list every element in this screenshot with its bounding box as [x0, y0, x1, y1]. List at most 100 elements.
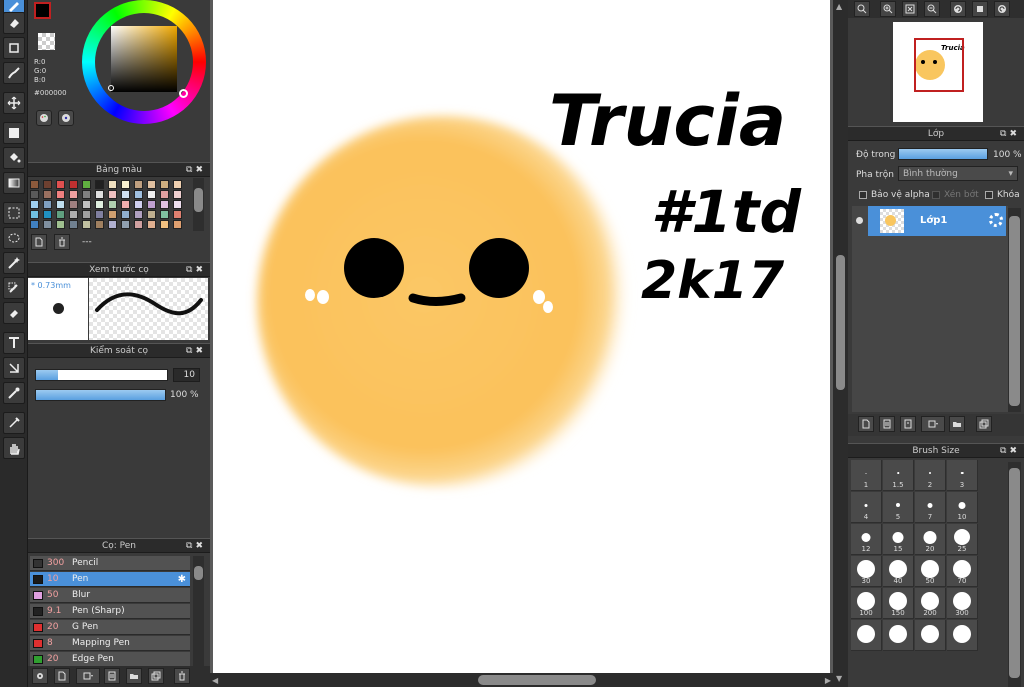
- color-swatch[interactable]: [147, 220, 156, 229]
- new-layer-8bit-button[interactable]: [879, 416, 895, 432]
- brush-size-cell[interactable]: 70: [947, 556, 978, 587]
- brush-size-scrollbar[interactable]: [1008, 462, 1021, 687]
- foreground-color[interactable]: [34, 2, 51, 19]
- color-swatch[interactable]: [30, 180, 39, 189]
- blend-mode-select[interactable]: Bình thường ▾: [898, 166, 1018, 181]
- brush-item[interactable]: 10 Pen ✱: [30, 572, 190, 587]
- tool-dropper[interactable]: [3, 412, 25, 434]
- color-swatch[interactable]: [121, 220, 130, 229]
- color-swatch[interactable]: [173, 210, 182, 219]
- color-swatch[interactable]: [56, 200, 65, 209]
- color-swatch[interactable]: [160, 200, 169, 209]
- rotate-right-button[interactable]: [994, 1, 1010, 17]
- color-swatch[interactable]: [56, 180, 65, 189]
- transparent-color[interactable]: [38, 33, 55, 50]
- panel-window-icons[interactable]: ⧉✖: [1000, 127, 1020, 141]
- brush-size-cell[interactable]: 200: [915, 588, 946, 619]
- brush-size-value[interactable]: 10: [173, 368, 200, 382]
- brush-size-cell[interactable]: 25: [947, 524, 978, 555]
- color-swatch[interactable]: [82, 210, 91, 219]
- brush-size-cell[interactable]: 5: [883, 492, 914, 523]
- new-layer-button[interactable]: [858, 416, 874, 432]
- brush-size-cell[interactable]: [883, 620, 914, 651]
- brush-add-dropdown[interactable]: [76, 668, 100, 684]
- color-swatch[interactable]: [82, 190, 91, 199]
- color-swatch[interactable]: [121, 180, 130, 189]
- new-folder-button[interactable]: [949, 416, 965, 432]
- color-swatch[interactable]: [134, 180, 143, 189]
- brush-item[interactable]: 20 Edge Pen: [30, 652, 190, 667]
- color-swatch[interactable]: [56, 210, 65, 219]
- color-swatch[interactable]: [160, 180, 169, 189]
- canvas-vertical-scrollbar[interactable]: ▲ ▼: [833, 0, 848, 687]
- brush-size-cell[interactable]: 20: [915, 524, 946, 555]
- color-swatch[interactable]: [147, 180, 156, 189]
- color-swatch[interactable]: [43, 220, 52, 229]
- brush-copy-button[interactable]: [104, 668, 120, 684]
- brush-list-scrollbar[interactable]: [193, 556, 204, 666]
- color-swatch[interactable]: [147, 200, 156, 209]
- color-swatch[interactable]: [95, 190, 104, 199]
- protect-alpha-checkbox[interactable]: [859, 191, 867, 199]
- color-swatch[interactable]: [95, 200, 104, 209]
- color-swatch[interactable]: [82, 200, 91, 209]
- color-swatch[interactable]: [147, 190, 156, 199]
- color-swatch[interactable]: [108, 190, 117, 199]
- color-swatch[interactable]: [69, 210, 78, 219]
- gear-icon[interactable]: ✱: [178, 572, 186, 587]
- tool-rect-select[interactable]: [3, 202, 25, 224]
- brush-opacity-slider[interactable]: [35, 389, 166, 401]
- color-swatch[interactable]: [121, 190, 130, 199]
- brush-size-cell[interactable]: 3: [947, 460, 978, 491]
- color-swatch[interactable]: [43, 210, 52, 219]
- color-swatch[interactable]: [160, 210, 169, 219]
- color-swatch[interactable]: [95, 180, 104, 189]
- color-swatch[interactable]: [82, 220, 91, 229]
- color-picker[interactable]: [108, 85, 114, 91]
- tool-text[interactable]: [3, 332, 25, 354]
- palette-delete-button[interactable]: [54, 234, 70, 250]
- tool-lasso[interactable]: [3, 227, 25, 249]
- color-swatch[interactable]: [108, 200, 117, 209]
- tool-eraser[interactable]: [3, 12, 25, 34]
- brush-size-cell[interactable]: 1.5: [883, 460, 914, 491]
- reset-view-button[interactable]: [972, 1, 988, 17]
- color-swatch[interactable]: [95, 220, 104, 229]
- brush-size-cell[interactable]: 4: [851, 492, 882, 523]
- brush-size-cell[interactable]: [915, 620, 946, 651]
- brush-size-cell[interactable]: 40: [883, 556, 914, 587]
- color-swatch[interactable]: [134, 190, 143, 199]
- canvas-horizontal-scrollbar[interactable]: ◀ ▶: [210, 673, 833, 687]
- brush-size-cell[interactable]: 12: [851, 524, 882, 555]
- brush-settings-button[interactable]: [32, 668, 48, 684]
- brush-size-cell[interactable]: 10: [947, 492, 978, 523]
- brush-size-cell[interactable]: [947, 620, 978, 651]
- navigator-thumbnail[interactable]: Trucia: [893, 22, 983, 122]
- color-history-button[interactable]: [58, 110, 74, 126]
- color-swatch[interactable]: [134, 210, 143, 219]
- rotate-left-button[interactable]: [950, 1, 966, 17]
- panel-window-icons[interactable]: ⧉✖: [186, 163, 206, 177]
- brush-size-cell[interactable]: 2: [915, 460, 946, 491]
- saturation-value-box[interactable]: [111, 26, 177, 92]
- tool-gradient[interactable]: [3, 172, 25, 194]
- color-swatch[interactable]: [147, 210, 156, 219]
- brush-size-cell[interactable]: 150: [883, 588, 914, 619]
- color-swatch[interactable]: [121, 200, 130, 209]
- tool-bucket[interactable]: [3, 147, 25, 169]
- tool-fill-rect[interactable]: [3, 122, 25, 144]
- color-swatch[interactable]: [69, 190, 78, 199]
- brush-item[interactable]: 8 Mapping Pen: [30, 636, 190, 651]
- panel-window-icons[interactable]: ⧉✖: [186, 263, 206, 277]
- hue-picker[interactable]: [179, 89, 188, 98]
- lock-checkbox[interactable]: [985, 191, 993, 199]
- color-swatch[interactable]: [69, 200, 78, 209]
- brush-size-cell[interactable]: 7: [915, 492, 946, 523]
- clipping-checkbox[interactable]: [932, 191, 940, 199]
- color-swatch[interactable]: [69, 180, 78, 189]
- tool-eyedropper[interactable]: [3, 382, 25, 404]
- color-swatch[interactable]: [30, 190, 39, 199]
- color-swatch[interactable]: [43, 180, 52, 189]
- tool-move[interactable]: [3, 92, 25, 114]
- color-palette-button[interactable]: [36, 110, 52, 126]
